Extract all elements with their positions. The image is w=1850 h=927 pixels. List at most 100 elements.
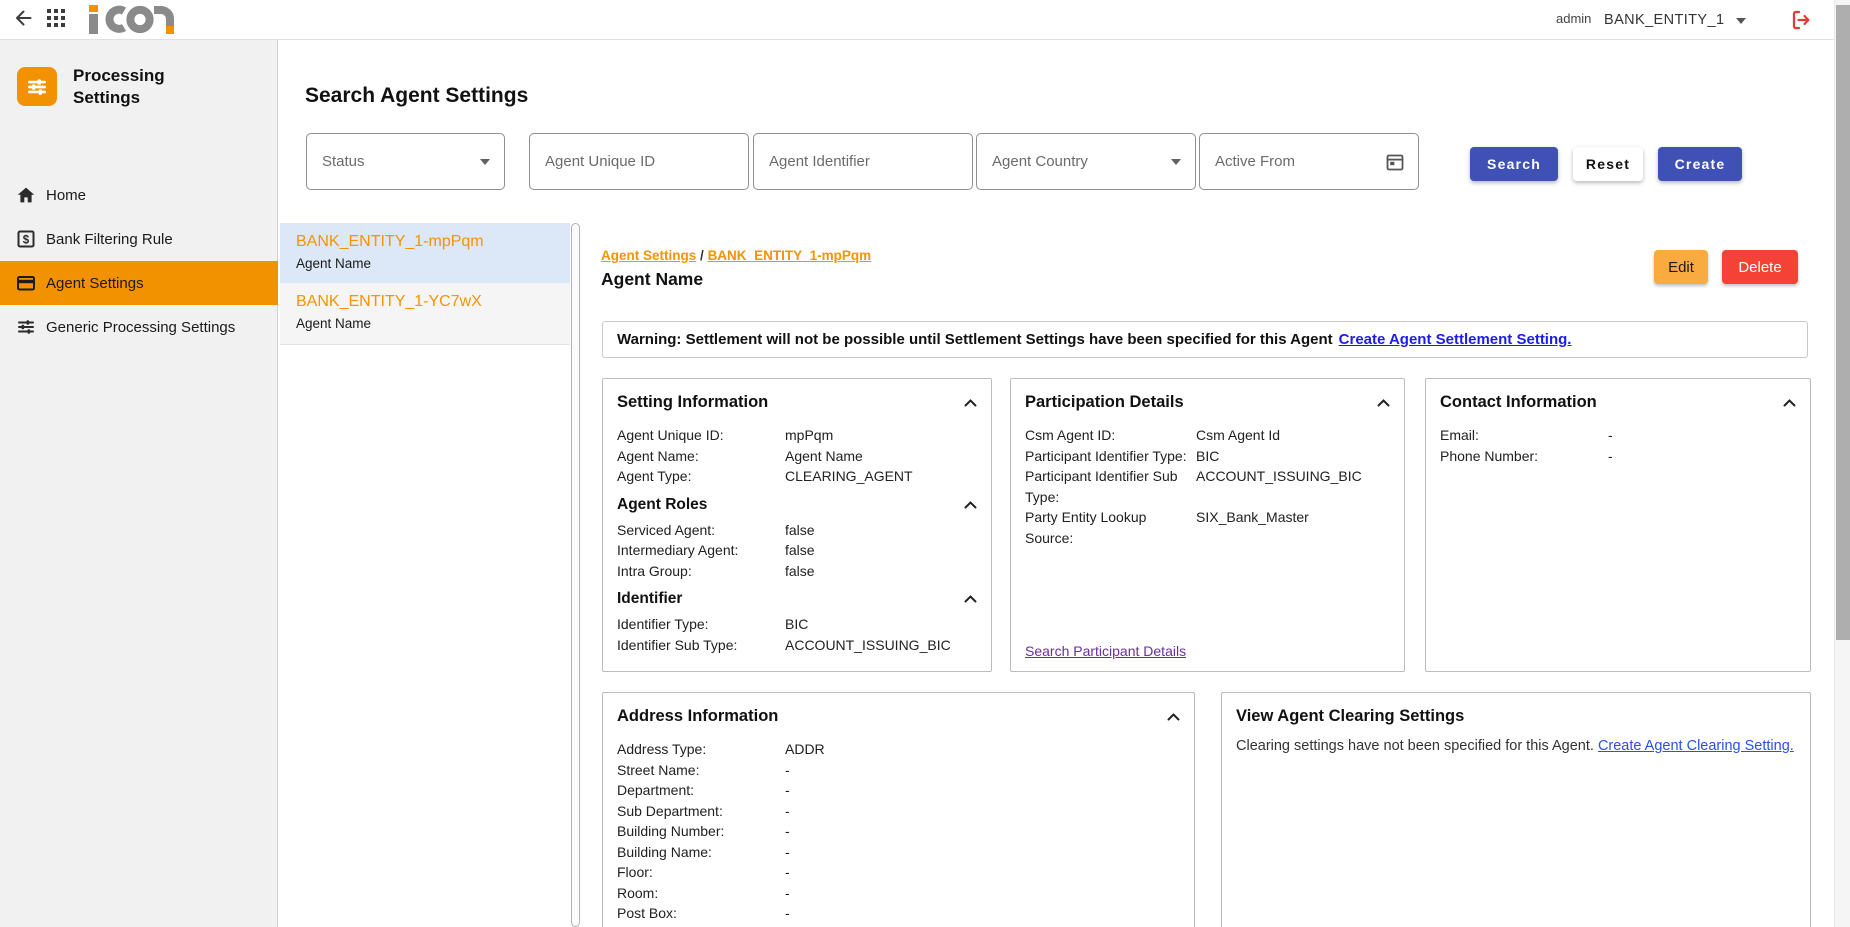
sidebar-item-label: Generic Processing Settings bbox=[46, 319, 235, 336]
page-scrollbar-thumb[interactable] bbox=[1836, 5, 1850, 640]
breadcrumb-root-link[interactable]: Agent Settings bbox=[601, 248, 696, 263]
detail-row: Address Type:ADDR bbox=[617, 739, 1180, 760]
calendar-icon[interactable] bbox=[1384, 151, 1406, 173]
create-clearing-setting-link[interactable]: Create Agent Clearing Setting. bbox=[1598, 738, 1794, 754]
entity-selector[interactable]: BANK_ENTITY_1 bbox=[1604, 7, 1746, 33]
logout-icon bbox=[1789, 20, 1813, 35]
section-title: Agent Roles bbox=[617, 496, 707, 514]
detail-row: Building Number:- bbox=[617, 821, 1180, 842]
agent-list-item-subtitle: Agent Name bbox=[296, 316, 554, 331]
generic-processing-settings-icon bbox=[16, 317, 36, 337]
breadcrumb-current-link[interactable]: BANK_ENTITY_1-mpPqm bbox=[708, 248, 872, 263]
bank-filtering-rule-icon: $ bbox=[16, 229, 36, 249]
collapse-sidebar-button[interactable]: « bbox=[228, 922, 268, 927]
agent-settings-icon bbox=[16, 273, 36, 293]
detail-row: Email:- bbox=[1440, 425, 1796, 446]
detail-row: Post Box:- bbox=[617, 903, 1180, 924]
chevron-down-icon bbox=[1171, 159, 1181, 165]
chevron-up-icon[interactable] bbox=[1377, 399, 1390, 407]
sidebar-nav: Home $ Bank Filtering Rule bbox=[0, 173, 278, 349]
delete-button[interactable]: Delete bbox=[1722, 250, 1798, 284]
active-from-placeholder: Active From bbox=[1215, 153, 1384, 170]
sidebar: Processing Settings Home $ Bank Filterin… bbox=[0, 40, 278, 927]
chevron-down-icon bbox=[480, 159, 490, 165]
detail-row: Serviced Agent:false bbox=[617, 520, 977, 541]
detail-row: Sub Department:- bbox=[617, 801, 1180, 822]
processing-settings-icon bbox=[17, 67, 57, 106]
detail-row: Party Entity Lookup Source:SIX_Bank_Mast… bbox=[1025, 507, 1390, 548]
entity-name: BANK_ENTITY_1 bbox=[1604, 12, 1724, 28]
card-title: Address Information bbox=[617, 707, 778, 726]
detail-row: Identifier Sub Type:ACCOUNT_ISSUING_BIC bbox=[617, 635, 977, 656]
card-title: Participation Details bbox=[1025, 393, 1184, 412]
sidebar-item-home[interactable]: Home bbox=[0, 173, 278, 217]
sidebar-item-generic-processing-settings[interactable]: Generic Processing Settings bbox=[0, 305, 278, 349]
home-icon bbox=[16, 185, 36, 205]
edit-button[interactable]: Edit bbox=[1654, 250, 1708, 284]
detail-row: Street Name:- bbox=[617, 760, 1180, 781]
apps-grid-button[interactable] bbox=[47, 9, 65, 30]
detail-row: Agent Type:CLEARING_AGENT bbox=[617, 466, 977, 487]
back-arrow-icon bbox=[13, 16, 33, 31]
warning-text: Warning: Settlement will not be possible… bbox=[617, 331, 1333, 348]
create-button[interactable]: Create bbox=[1658, 147, 1742, 181]
agent-list-item-subtitle: Agent Name bbox=[296, 256, 554, 271]
agent-unique-id-input[interactable]: Agent Unique ID bbox=[529, 133, 749, 190]
chevron-up-icon[interactable] bbox=[1167, 713, 1180, 721]
sidebar-item-label: Bank Filtering Rule bbox=[46, 231, 173, 248]
detail-row: Post Code:- bbox=[617, 924, 1180, 927]
clearing-settings-text: Clearing settings have not been specifie… bbox=[1236, 738, 1796, 754]
section-title: Identifier bbox=[617, 590, 682, 608]
list-scrollbar[interactable] bbox=[570, 223, 582, 927]
sidebar-item-bank-filtering-rule[interactable]: $ Bank Filtering Rule bbox=[0, 217, 278, 261]
list-scrollbar-thumb[interactable] bbox=[571, 223, 580, 927]
chevron-up-icon[interactable] bbox=[964, 399, 977, 407]
detail-row: Agent Name:Agent Name bbox=[617, 446, 977, 467]
contact-information-card: Contact Information Email:- Phone Number… bbox=[1425, 378, 1811, 672]
chevron-up-icon[interactable] bbox=[1783, 399, 1796, 407]
logout-button[interactable] bbox=[1789, 8, 1813, 35]
address-information-card: Address Information Address Type:ADDR St… bbox=[602, 692, 1195, 927]
agent-country-select[interactable]: Agent Country bbox=[976, 133, 1196, 190]
detail-row: Department:- bbox=[617, 780, 1180, 801]
agent-list: BANK_ENTITY_1-mpPqm Agent Name BANK_ENTI… bbox=[280, 223, 570, 345]
detail-row: Intra Group:false bbox=[617, 561, 977, 582]
create-settlement-setting-link[interactable]: Create Agent Settlement Setting. bbox=[1339, 331, 1572, 348]
card-title: Setting Information bbox=[617, 393, 768, 412]
search-button[interactable]: Search bbox=[1470, 147, 1558, 181]
reset-button[interactable]: Reset bbox=[1573, 147, 1643, 181]
detail-row: Building Name:- bbox=[617, 842, 1180, 863]
agent-identifier-placeholder: Agent Identifier bbox=[769, 153, 972, 170]
sidebar-item-label: Home bbox=[46, 187, 86, 204]
setting-information-card: Setting Information Agent Unique ID:mpPq… bbox=[602, 378, 992, 672]
active-from-date-input[interactable]: Active From bbox=[1199, 133, 1419, 190]
detail-row: Intermediary Agent:false bbox=[617, 540, 977, 561]
status-select[interactable]: Status bbox=[306, 133, 505, 190]
detail-row: Agent Unique ID:mpPqm bbox=[617, 425, 977, 446]
card-title: Contact Information bbox=[1440, 393, 1597, 412]
card-title: View Agent Clearing Settings bbox=[1236, 707, 1464, 726]
detail-row: Phone Number:- bbox=[1440, 446, 1796, 467]
agent-detail-title: Agent Name bbox=[601, 269, 703, 290]
app-root: admin BANK_ENTITY_1 bbox=[0, 0, 1850, 927]
list-item[interactable]: BANK_ENTITY_1-mpPqm Agent Name bbox=[280, 223, 570, 283]
status-select-label: Status bbox=[322, 153, 480, 170]
search-participant-details-link[interactable]: Search Participant Details bbox=[1025, 643, 1186, 659]
detail-row: Csm Agent ID:Csm Agent Id bbox=[1025, 425, 1390, 446]
detail-row: Participant Identifier Sub Type:ACCOUNT_… bbox=[1025, 466, 1390, 507]
module-title: Processing Settings bbox=[73, 65, 165, 109]
chevron-up-icon[interactable] bbox=[964, 501, 977, 509]
page-scrollbar[interactable] bbox=[1834, 0, 1850, 927]
agent-list-item-title: BANK_ENTITY_1-mpPqm bbox=[296, 232, 554, 252]
agent-list-item-title: BANK_ENTITY_1-YC7wX bbox=[296, 292, 554, 312]
topbar: admin BANK_ENTITY_1 bbox=[0, 0, 1850, 40]
list-item[interactable]: BANK_ENTITY_1-YC7wX Agent Name bbox=[280, 283, 570, 345]
chevron-down-icon bbox=[1736, 12, 1746, 28]
chevron-up-icon[interactable] bbox=[964, 595, 977, 603]
sidebar-item-agent-settings[interactable]: Agent Settings bbox=[0, 261, 278, 305]
agent-identifier-input[interactable]: Agent Identifier bbox=[753, 133, 973, 190]
breadcrumb-separator: / bbox=[700, 248, 704, 263]
back-button[interactable] bbox=[13, 8, 33, 31]
svg-text:$: $ bbox=[23, 234, 30, 246]
participation-details-card: Participation Details Csm Agent ID:Csm A… bbox=[1010, 378, 1405, 672]
